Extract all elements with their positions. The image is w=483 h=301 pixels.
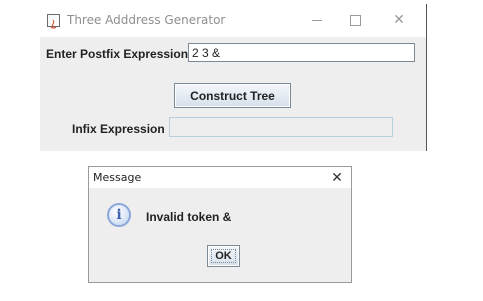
java-app-icon: [47, 14, 60, 29]
info-icon: i: [107, 203, 131, 227]
ok-button[interactable]: OK: [207, 245, 240, 267]
maximize-button[interactable]: [340, 8, 370, 32]
infix-output-field[interactable]: [169, 117, 393, 137]
close-icon: ✕: [393, 12, 405, 28]
maximize-icon: [349, 14, 361, 26]
focus-ring: [211, 249, 236, 263]
minimize-icon: [312, 19, 322, 21]
dialog-title-bar[interactable]: Message ✕: [89, 167, 351, 188]
window-title: Three Adddress Generator: [67, 13, 226, 27]
close-button[interactable]: ✕: [384, 8, 414, 32]
main-window: Three Adddress Generator ✕ Enter Postfix…: [40, 4, 427, 151]
infix-label: Infix Expression: [72, 122, 165, 136]
postfix-label: Enter Postfix Expression: [46, 47, 189, 61]
main-title-bar[interactable]: Three Adddress Generator ✕: [40, 4, 426, 37]
close-icon: ✕: [331, 169, 343, 186]
message-dialog: Message ✕ i Invalid token & OK: [88, 166, 352, 283]
postfix-input[interactable]: [188, 43, 415, 62]
dialog-message: Invalid token &: [146, 210, 232, 224]
dialog-title: Message: [93, 171, 142, 184]
dialog-close-button[interactable]: ✕: [327, 168, 347, 187]
construct-tree-button[interactable]: Construct Tree: [174, 83, 291, 108]
minimize-button[interactable]: [302, 8, 332, 32]
